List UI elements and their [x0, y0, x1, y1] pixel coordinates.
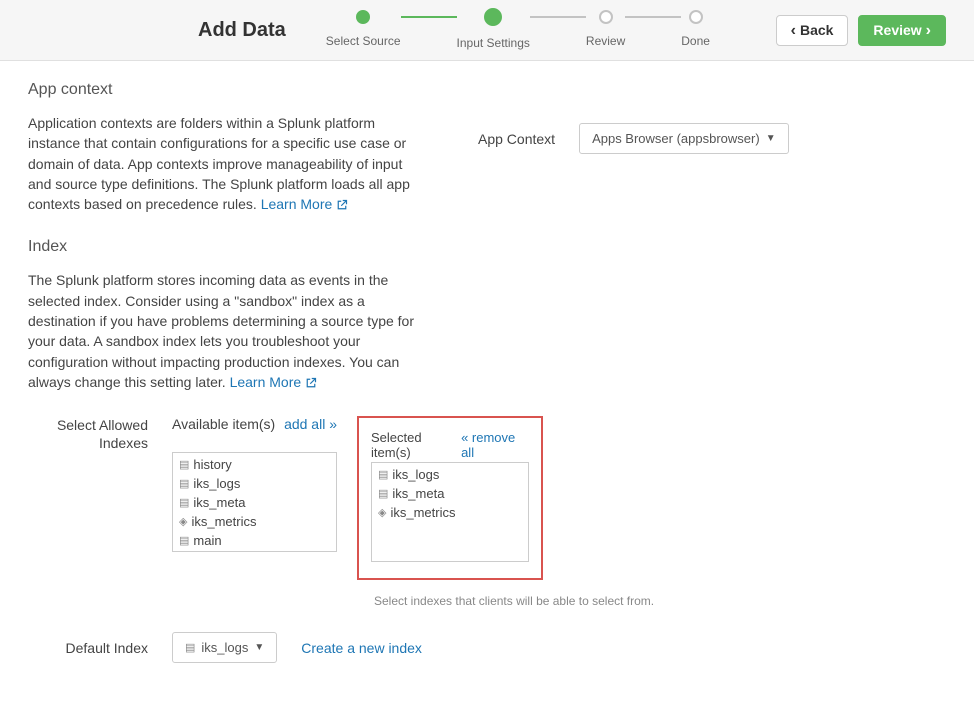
- page-title: Add Data: [198, 19, 286, 42]
- step-line: [530, 16, 586, 18]
- review-button-label: Review: [873, 22, 921, 38]
- step-dot-icon: [484, 8, 502, 26]
- step-label: Done: [681, 34, 710, 48]
- back-button-label: Back: [800, 22, 833, 38]
- app-context-desc: Application contexts are folders within …: [28, 113, 418, 214]
- list-item-label: iks_meta: [392, 486, 444, 501]
- list-item[interactable]: ◈ iks_metrics: [372, 503, 528, 522]
- step-review: Review: [586, 10, 625, 48]
- default-index-dropdown[interactable]: ▤ iks_logs ▼: [172, 632, 277, 663]
- step-dot-icon: [689, 10, 703, 24]
- index-desc-text: The Splunk platform stores incoming data…: [28, 272, 414, 389]
- add-all-link[interactable]: add all »: [284, 416, 337, 432]
- step-label: Select Source: [326, 34, 401, 48]
- chevron-left-icon: [791, 22, 796, 39]
- default-index-value: iks_logs: [201, 640, 248, 655]
- list-item[interactable]: ◈ iks_metrics: [173, 512, 336, 531]
- list-item[interactable]: ▤ iks_meta: [173, 493, 336, 512]
- index-desc: The Splunk platform stores incoming data…: [28, 270, 418, 392]
- step-label: Review: [586, 34, 625, 48]
- selected-items-list[interactable]: ▤ iks_logs ▤ iks_meta ◈ iks_metrics: [371, 462, 529, 562]
- step-dot-icon: [356, 10, 370, 24]
- list-item-label: iks_metrics: [191, 514, 256, 529]
- header-actions: Back Review: [776, 15, 946, 46]
- list-item-label: iks_metrics: [390, 505, 455, 520]
- default-index-label: Default Index: [28, 640, 148, 656]
- indexes-helper-text: Select indexes that clients will be able…: [374, 594, 932, 608]
- step-line: [625, 16, 681, 18]
- available-column: Available item(s) add all » ▤history ▤ik…: [172, 416, 337, 552]
- selected-items-highlight: Selected item(s) « remove all ▤ iks_logs …: [357, 416, 543, 580]
- list-item-label: history: [193, 457, 231, 472]
- step-select-source: Select Source: [326, 10, 401, 48]
- step-line: [401, 16, 457, 18]
- metrics-icon: ◈: [378, 506, 386, 519]
- index-icon: ▤: [378, 468, 388, 481]
- app-context-dropdown[interactable]: Apps Browser (appsbrowser) ▼: [579, 123, 789, 154]
- index-title: Index: [28, 238, 932, 256]
- select-allowed-indexes-label: Select Allowed Indexes: [28, 416, 148, 452]
- step-input-settings: Input Settings: [457, 10, 530, 50]
- list-item[interactable]: ▤ iks_logs: [173, 474, 336, 493]
- review-button[interactable]: Review: [858, 15, 946, 46]
- remove-all-link[interactable]: « remove all: [461, 430, 529, 460]
- app-context-form-row: App Context Apps Browser (appsbrowser) ▼: [478, 123, 789, 154]
- app-context-learn-more-link[interactable]: Learn More: [261, 196, 348, 212]
- chevron-right-icon: [926, 22, 931, 39]
- content: App context Application contexts are fol…: [0, 61, 960, 703]
- index-icon: ▤: [179, 458, 189, 471]
- stepper: Select Source Input Settings Review Done: [326, 10, 736, 50]
- list-item-label: main: [193, 533, 221, 548]
- index-learn-more-link[interactable]: Learn More: [230, 374, 317, 390]
- available-items-label: Available item(s): [172, 416, 275, 432]
- external-link-icon: [305, 377, 317, 389]
- external-link-icon: [336, 199, 348, 211]
- app-context-form-label: App Context: [478, 131, 555, 147]
- default-index-row: Default Index ▤ iks_logs ▼ Create a new …: [28, 632, 932, 663]
- step-done: Done: [681, 10, 710, 48]
- step-dot-icon: [599, 10, 613, 24]
- learn-more-label: Learn More: [230, 374, 302, 390]
- index-icon: ▤: [179, 477, 189, 490]
- caret-down-icon: ▼: [766, 133, 776, 144]
- list-item-label: iks_logs: [193, 476, 240, 491]
- back-button[interactable]: Back: [776, 15, 849, 46]
- index-icon: ▤: [378, 487, 388, 500]
- index-icon: ▤: [179, 534, 189, 547]
- learn-more-label: Learn More: [261, 196, 333, 212]
- list-item-label: iks_logs: [392, 467, 439, 482]
- index-icon: ▤: [185, 641, 195, 654]
- app-context-desc-text: Application contexts are folders within …: [28, 115, 410, 212]
- app-context-selected-value: Apps Browser (appsbrowser): [592, 131, 760, 146]
- step-label: Input Settings: [457, 36, 530, 50]
- header-bar: Add Data Select Source Input Settings Re…: [0, 0, 974, 61]
- create-new-index-link[interactable]: Create a new index: [301, 640, 422, 656]
- list-item[interactable]: ▤ iks_meta: [372, 484, 528, 503]
- selected-items-label: Selected item(s): [371, 430, 461, 460]
- available-items-list[interactable]: ▤ history ▤ iks_logs ▤ iks_meta ◈ iks_metric…: [172, 452, 337, 552]
- metrics-icon: ◈: [179, 515, 187, 528]
- list-item[interactable]: ▤ history: [173, 455, 336, 474]
- list-item[interactable]: ▤ iks_logs: [372, 465, 528, 484]
- app-context-title: App context: [28, 81, 418, 99]
- index-icon: ▤: [179, 496, 189, 509]
- indexes-wrap: Available item(s) add all » ▤history ▤ik…: [172, 416, 543, 580]
- caret-down-icon: ▼: [254, 642, 264, 653]
- list-item-label: iks_meta: [193, 495, 245, 510]
- list-item[interactable]: ▤ main: [173, 531, 336, 550]
